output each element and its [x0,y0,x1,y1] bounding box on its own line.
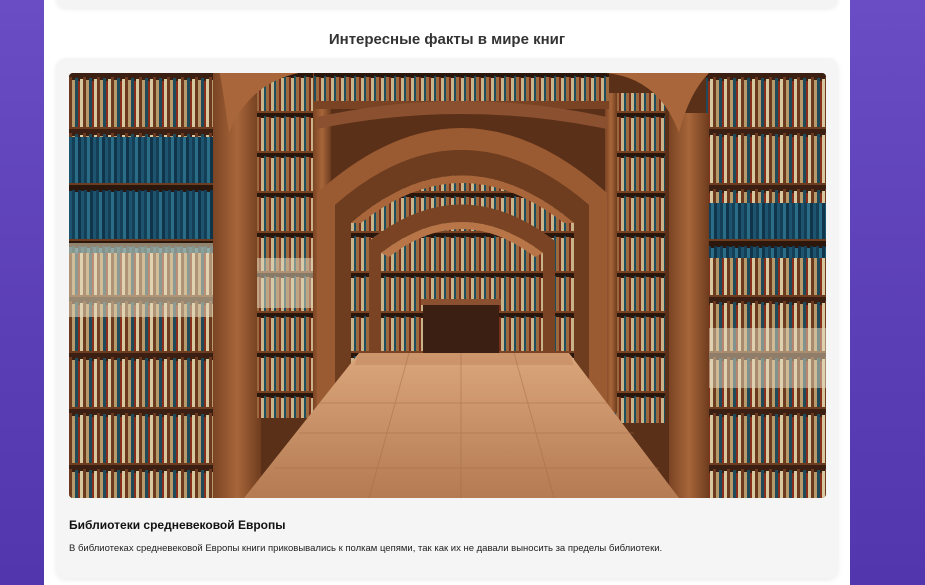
fact-heading: Библиотеки средневековой Европы [69,518,286,532]
fact-card: Библиотеки средневековой Европы В библио… [56,58,838,578]
page-content: Интересные факты в мире книг Библиотеки … [44,0,850,585]
fact-text: В библиотеках средневековой Европы книги… [69,543,663,554]
section-title: Интересные факты в мире книг [328,31,566,48]
previous-card [56,0,838,8]
library-image [69,73,826,498]
